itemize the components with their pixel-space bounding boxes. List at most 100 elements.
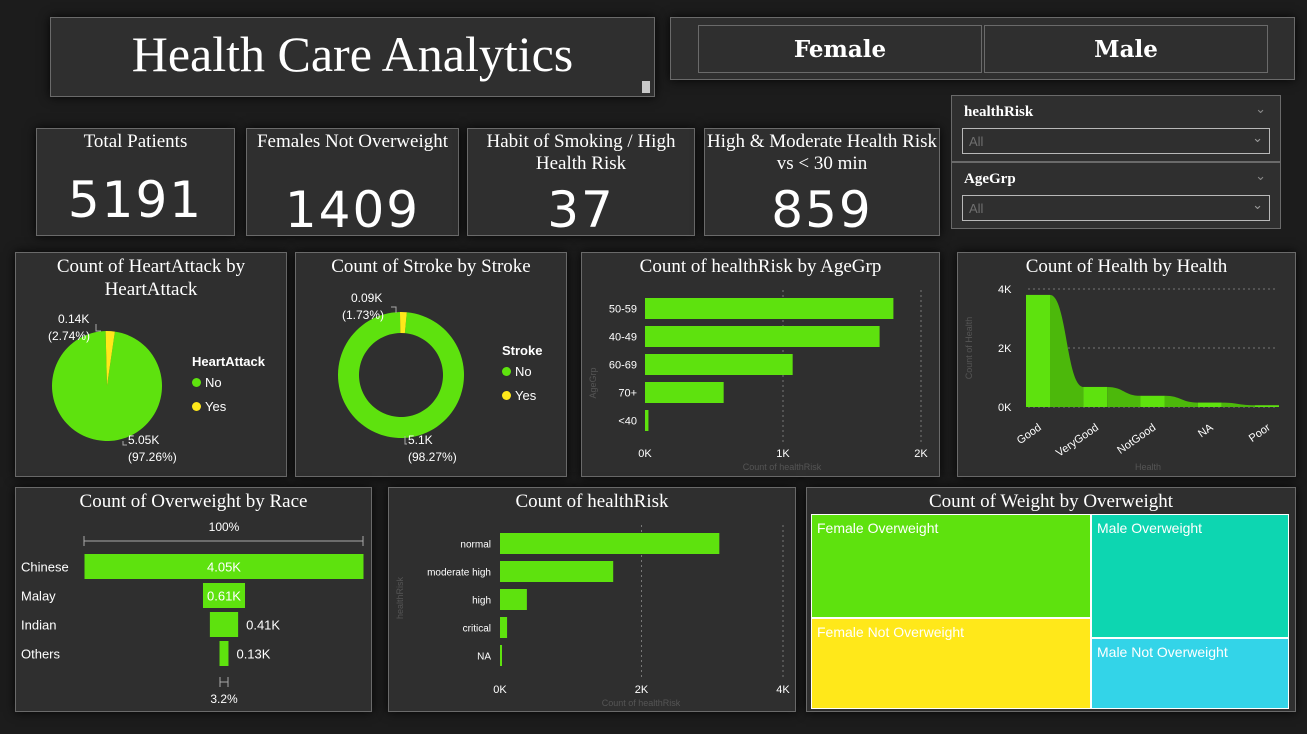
legend-title: Stroke xyxy=(502,343,543,358)
data-label-no: 5.05K xyxy=(128,433,159,447)
data-label-no: 5.1K xyxy=(408,433,433,447)
healthrisk-bar-chart: healthRisk Count of healthRisk 0K 2K 4K nor… xyxy=(395,525,790,708)
x-tick-label: NA xyxy=(1196,421,1216,440)
data-label-yes-pct: (1.73%) xyxy=(342,308,384,322)
area-band-good[interactable] xyxy=(1026,294,1050,407)
slicer-title: AgeGrp xyxy=(964,171,1016,187)
chart-health[interactable]: Count of Health by Health Count of Healt… xyxy=(957,252,1296,477)
legend-item-no[interactable]: No xyxy=(502,364,542,379)
x-tick-label: 2K xyxy=(914,448,928,460)
health-area-chart: Count of Health Health 0K 2K 4K Good VeryGoo… xyxy=(964,284,1279,472)
area-band-poor[interactable] xyxy=(1255,405,1279,407)
card-females-not-overweight: Females Not Overweight 1409 xyxy=(246,128,459,239)
card-value: 859 xyxy=(771,181,873,239)
card-value: 37 xyxy=(547,181,615,239)
slicer-dropdown[interactable]: All ⌄ xyxy=(962,128,1270,154)
x-axis-label: Health xyxy=(1135,462,1161,472)
bar-40-49[interactable] xyxy=(645,326,880,347)
legend-item-no[interactable]: No xyxy=(192,375,265,390)
data-label: 4.05K xyxy=(207,560,241,575)
legend-title: HeartAttack xyxy=(192,354,265,369)
chart-overweight-race[interactable]: Count of Overweight by Race 100% 3.2% Ch… xyxy=(15,487,372,712)
card-title: Females Not Overweight xyxy=(256,131,448,152)
treemap-cell-female-not-overweight[interactable]: Female Not Overweight xyxy=(811,618,1091,709)
chart-agegrp[interactable]: Count of healthRisk by AgeGrp AgeGrp Cou… xyxy=(581,252,940,477)
card-title: Total Patients xyxy=(83,131,188,152)
chart-stroke[interactable]: Count of Stroke by Stroke 0.09K (1.73%) … xyxy=(295,252,567,477)
bar-70-[interactable] xyxy=(645,382,724,403)
slicer-healthrisk[interactable]: healthRisk ⌄ All ⌄ xyxy=(951,95,1281,162)
area-band-na[interactable] xyxy=(1197,402,1222,407)
y-tick-label: 70+ xyxy=(618,388,637,400)
x-tick-label: 0K xyxy=(493,684,507,696)
treemap-label: Male Not Overweight xyxy=(1097,644,1228,660)
bar-60-69[interactable] xyxy=(645,354,793,375)
y-tick-label: normal xyxy=(460,540,491,551)
category-label: Chinese xyxy=(21,560,69,575)
y-tick-label: 2K xyxy=(998,343,1012,355)
bar-critical[interactable] xyxy=(500,617,508,638)
y-tick-label: high xyxy=(472,596,491,607)
card-title: High & Moderate Health Risk vs < 30 min xyxy=(706,131,938,174)
female-filter-button[interactable]: Female xyxy=(698,25,982,73)
data-label-no-pct: (97.26%) xyxy=(128,450,177,464)
data-label: 0.41K xyxy=(246,618,280,633)
funnel-bar-others[interactable] xyxy=(219,641,229,666)
x-tick-label: 0K xyxy=(638,448,652,460)
chart-heartattack[interactable]: Count of HeartAttack by HeartAttack 0.14… xyxy=(15,252,287,477)
slicer-title: healthRisk xyxy=(964,104,1034,120)
area-ribbon xyxy=(1050,294,1084,407)
scroll-handle[interactable] xyxy=(642,81,650,93)
chart-healthrisk[interactable]: Count of healthRisk healthRisk Count of … xyxy=(388,487,796,712)
chart-title: Count of Weight by Overweight xyxy=(928,491,1174,512)
legend-item-yes[interactable]: Yes xyxy=(192,399,265,414)
treemap-cell-male-overweight[interactable]: Male Overweight xyxy=(1091,514,1289,638)
y-tick-label: 60-69 xyxy=(609,360,637,372)
x-tick-label: 4K xyxy=(776,684,790,696)
legend-label: No xyxy=(515,364,532,379)
legend: Stroke No Yes xyxy=(502,343,542,412)
chevron-down-icon[interactable]: ⌄ xyxy=(1252,198,1263,213)
slicer-dropdown[interactable]: All ⌄ xyxy=(962,195,1270,221)
bar-high[interactable] xyxy=(500,589,527,610)
x-axis-label: Count of healthRisk xyxy=(602,698,681,708)
card-title: Habit of Smoking / High Health Risk xyxy=(486,131,676,174)
x-tick-label: VeryGood xyxy=(1054,422,1101,460)
data-label-yes-pct: (2.74%) xyxy=(48,329,90,343)
x-axis-label: Count of healthRisk xyxy=(743,462,822,472)
title-panel: Health Care Analytics xyxy=(50,17,655,97)
treemap-cell-female-overweight[interactable]: Female Overweight xyxy=(811,514,1091,618)
area-band-verygood[interactable] xyxy=(1083,386,1108,407)
legend-dot xyxy=(192,378,201,387)
data-label: 0.13K xyxy=(236,647,270,662)
card-value: 5191 xyxy=(67,171,204,229)
area-band-notgood[interactable] xyxy=(1140,395,1165,407)
bar--40[interactable] xyxy=(645,410,649,431)
category-label: Malay xyxy=(21,589,56,604)
area-ribbon xyxy=(1221,402,1255,407)
bar-50-59[interactable] xyxy=(645,298,894,319)
funnel-bar-indian[interactable] xyxy=(209,612,239,637)
treemap-cell-male-not-overweight[interactable]: Male Not Overweight xyxy=(1091,638,1289,709)
y-tick-label: moderate high xyxy=(427,568,491,579)
legend-label: Yes xyxy=(205,399,227,414)
top-percent: 100% xyxy=(209,520,240,534)
bar-na[interactable] xyxy=(500,645,502,666)
y-axis-label: healthRisk xyxy=(395,576,405,619)
collapse-chevron-icon[interactable]: ⌄ xyxy=(1255,102,1266,117)
bar-normal[interactable] xyxy=(500,533,720,554)
x-tick-label: 2K xyxy=(635,684,649,696)
slicer-agegrp[interactable]: AgeGrp ⌄ All ⌄ xyxy=(951,162,1281,229)
collapse-chevron-icon[interactable]: ⌄ xyxy=(1255,169,1266,184)
chart-weight-overweight[interactable]: Count of Weight by Overweight Female Ove… xyxy=(806,487,1296,712)
y-axis-label: Count of Health xyxy=(964,317,974,380)
y-axis-label: AgeGrp xyxy=(588,367,598,398)
male-filter-button[interactable]: Male xyxy=(984,25,1268,73)
y-tick-label: NA xyxy=(477,652,491,663)
treemap-label: Female Overweight xyxy=(817,520,939,536)
chevron-down-icon[interactable]: ⌄ xyxy=(1252,131,1263,146)
card-smoking-high-risk: Habit of Smoking / High Health Risk 37 xyxy=(467,128,695,239)
bar-moderate-high[interactable] xyxy=(500,561,614,582)
legend-item-yes[interactable]: Yes xyxy=(502,388,542,403)
slicer-value: All xyxy=(969,201,984,216)
